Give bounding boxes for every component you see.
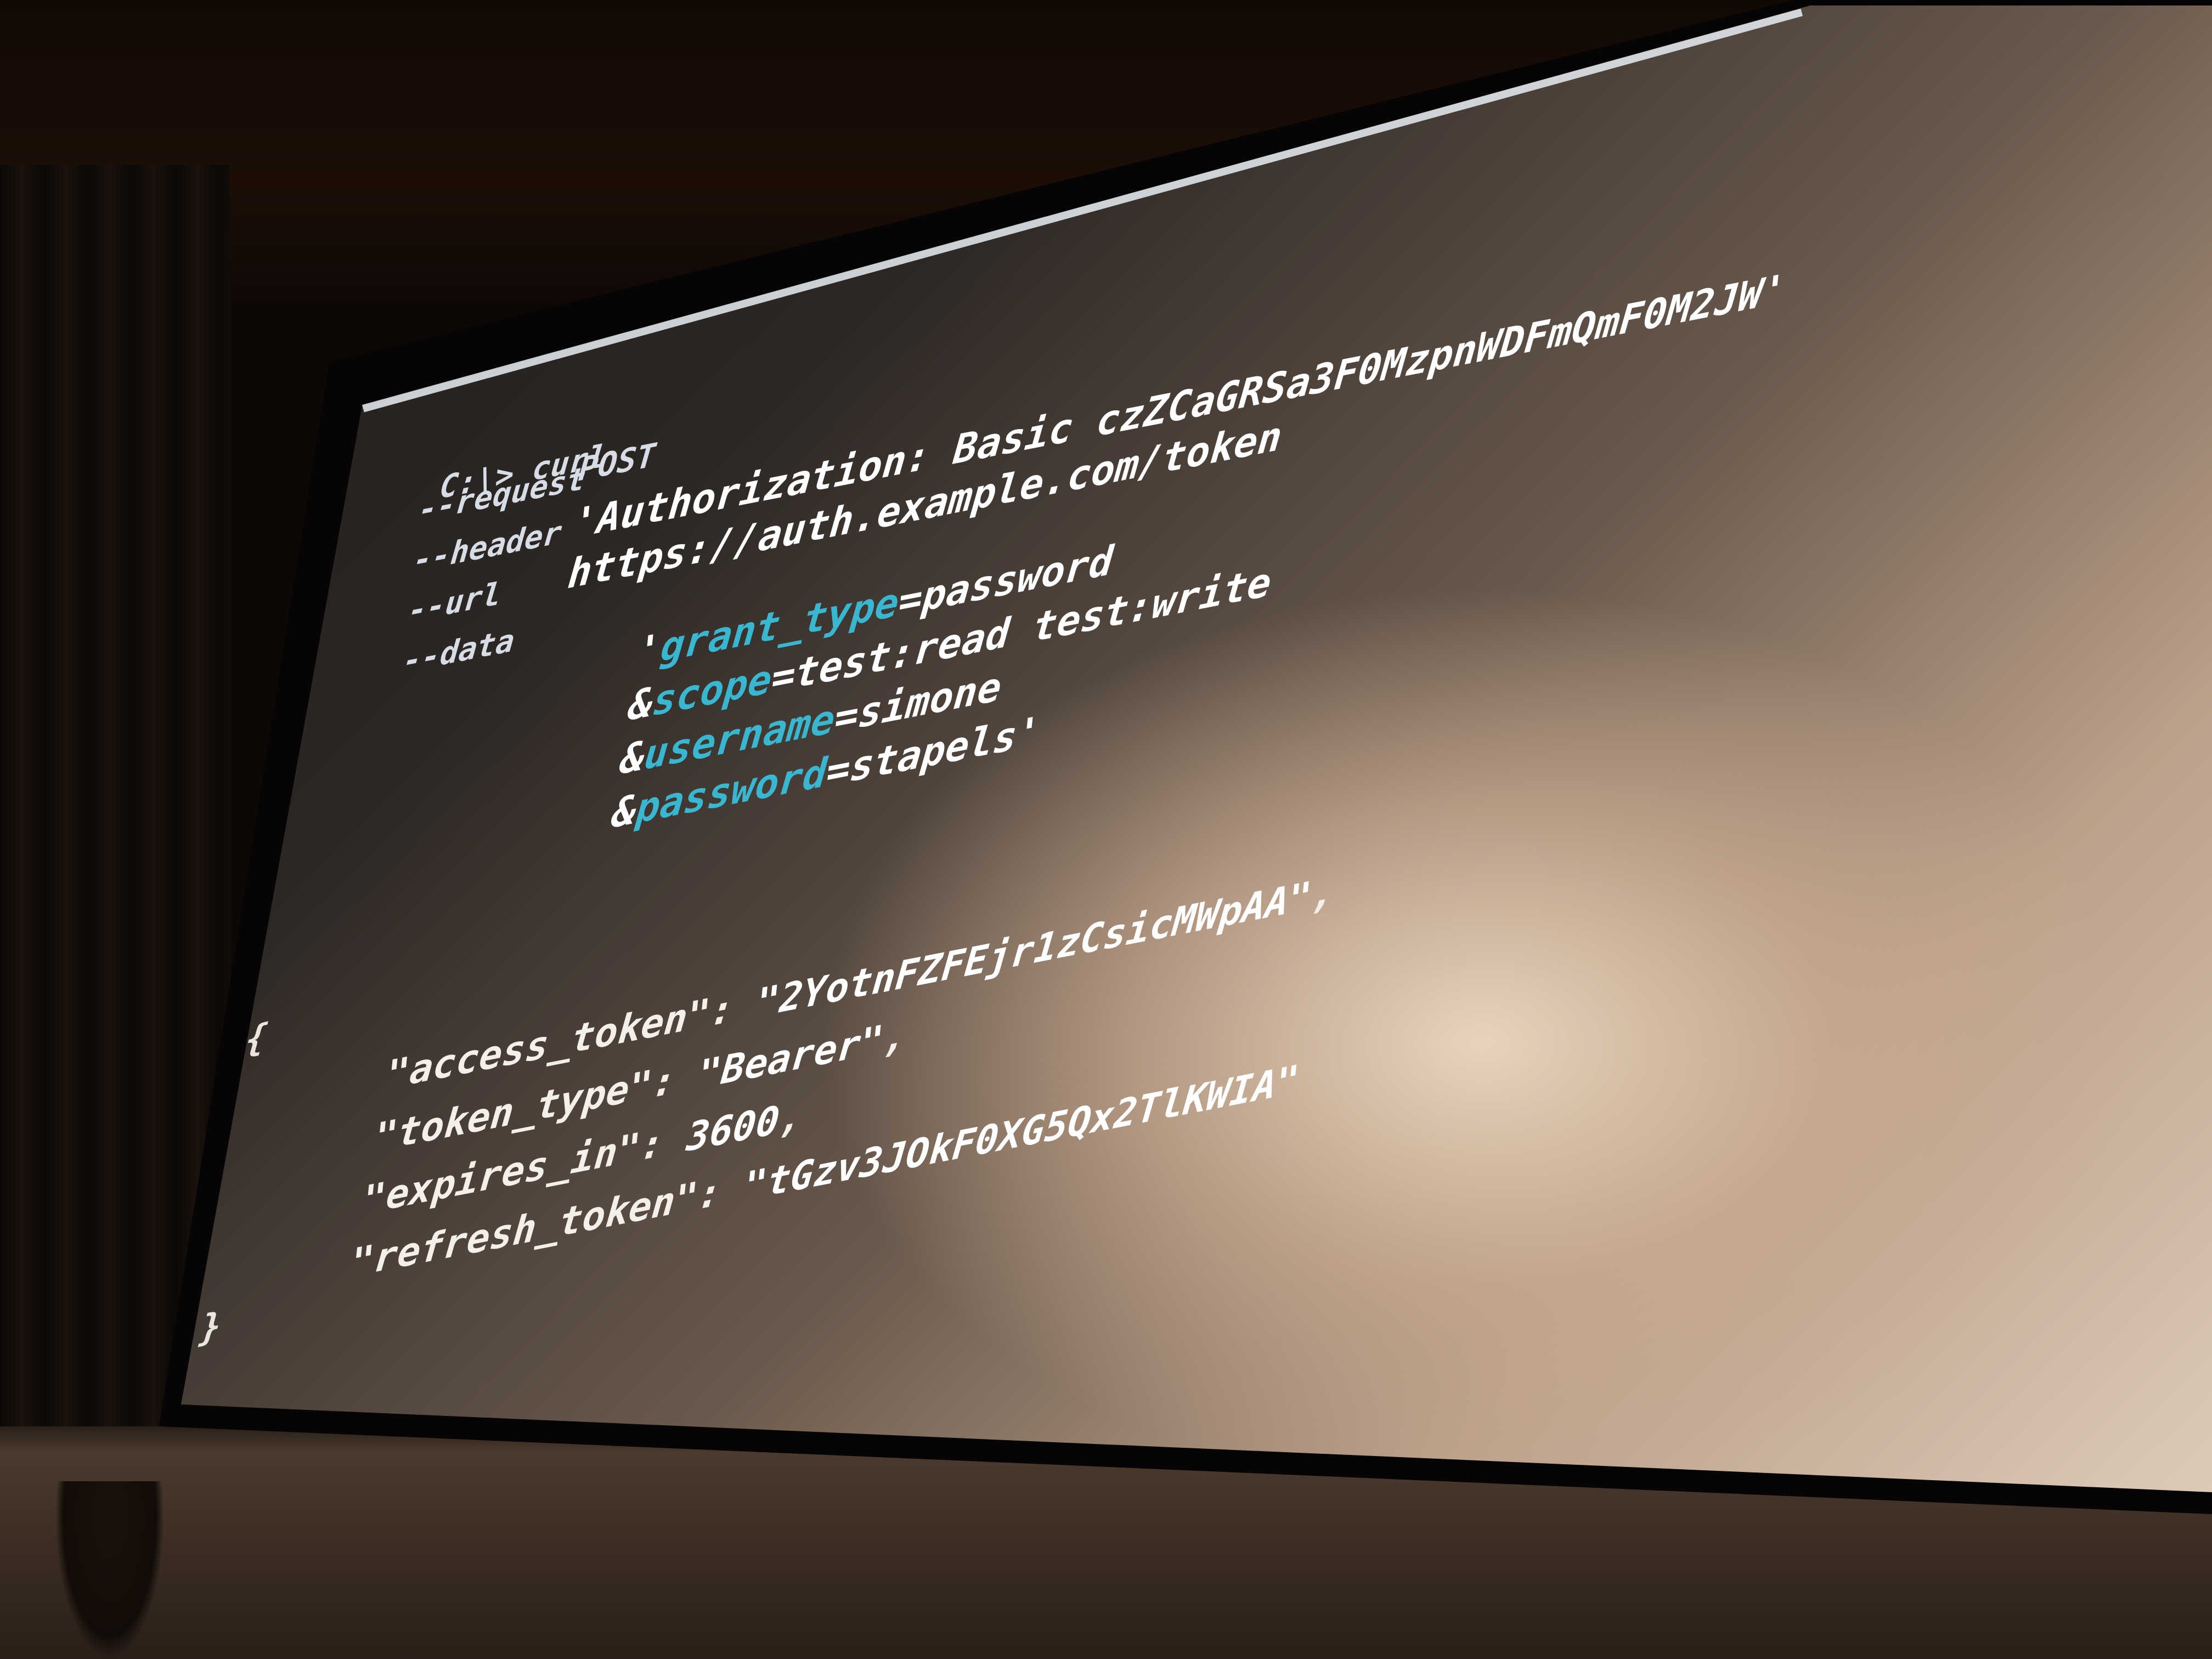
flag-url: --url [407, 575, 503, 630]
param-value: stapels' [848, 707, 1043, 791]
param-key: password [634, 748, 830, 833]
audience-silhouette [55, 1481, 165, 1659]
json-close-brace: } [198, 1305, 224, 1351]
json-open-brace: { [244, 1015, 269, 1062]
json-sep: : [696, 1164, 747, 1219]
json-trail: , [881, 1012, 910, 1062]
json-trail: , [1309, 868, 1338, 919]
flag-data: --data [401, 622, 516, 680]
